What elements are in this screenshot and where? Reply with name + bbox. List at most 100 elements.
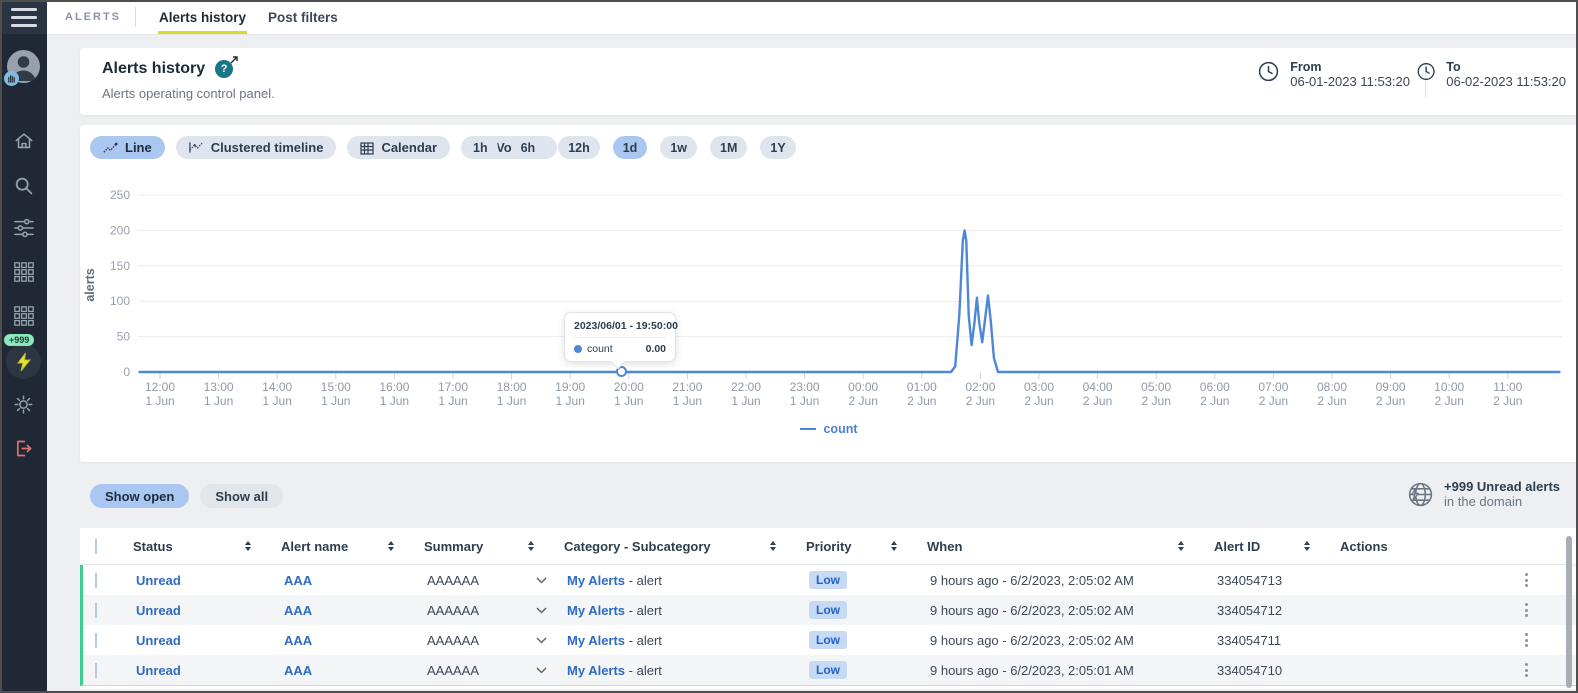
from-label: From: [1290, 60, 1410, 74]
summary-text: AAAAAA: [427, 603, 479, 618]
apps-grid-icon-2[interactable]: [0, 299, 47, 333]
sort-icon[interactable]: [528, 541, 534, 551]
question-help-icon[interactable]: ?: [215, 60, 233, 78]
tab-alerts-history[interactable]: Alerts history: [148, 0, 257, 34]
svg-text:1 Jun: 1 Jun: [204, 394, 233, 408]
hamburger-menu-icon[interactable]: [0, 0, 47, 34]
vertical-scrollbar[interactable]: [1566, 536, 1572, 688]
svg-text:02:00: 02:00: [965, 380, 995, 394]
legend-line-swatch: [800, 428, 816, 430]
svg-text:1 Jun: 1 Jun: [673, 394, 702, 408]
svg-text:1 Jun: 1 Jun: [556, 394, 585, 408]
svg-text:150: 150: [110, 259, 130, 273]
svg-text:03:00: 03:00: [1024, 380, 1054, 394]
page-header-card: Alerts history ? Alerts operating contro…: [80, 48, 1578, 115]
alerts-table: StatusAlert nameSummaryCategory - Subcat…: [80, 528, 1578, 689]
to-label: To: [1446, 60, 1566, 74]
avatar-status-badge: [4, 71, 19, 86]
column-header-category-subcategory[interactable]: Category - Subcategory: [564, 539, 806, 554]
sort-icon[interactable]: [1178, 541, 1184, 551]
alert-name-link[interactable]: AAA: [284, 573, 312, 588]
show-all-button[interactable]: Show all: [200, 484, 283, 508]
home-icon[interactable]: [0, 124, 47, 158]
sort-icon[interactable]: [245, 541, 251, 551]
column-header-summary[interactable]: Summary: [424, 539, 564, 554]
column-header-actions[interactable]: Actions: [1340, 539, 1578, 554]
series-color-dot: [574, 345, 582, 353]
notification-count-badge: +999: [4, 334, 34, 346]
chevron-down-icon[interactable]: [536, 667, 547, 674]
status-link[interactable]: Unread: [136, 663, 181, 678]
svg-text:2 Jun: 2 Jun: [1493, 394, 1522, 408]
logout-icon[interactable]: [0, 431, 47, 465]
lightning-icon[interactable]: [6, 344, 41, 379]
chart-legend[interactable]: count: [80, 422, 1578, 436]
svg-text:250: 250: [110, 188, 130, 202]
row-actions-menu-icon[interactable]: [1519, 633, 1533, 647]
svg-text:2 Jun: 2 Jun: [849, 394, 878, 408]
column-header-alert-id[interactable]: Alert ID: [1214, 539, 1340, 554]
show-open-button[interactable]: Show open: [90, 484, 189, 508]
search-icon[interactable]: [0, 168, 47, 202]
svg-text:50: 50: [117, 330, 131, 344]
row-actions-menu-icon[interactable]: [1519, 603, 1533, 617]
alert-name-link[interactable]: AAA: [284, 603, 312, 618]
alerts-line-chart[interactable]: 050100150200250alerts12:001 Jun13:001 Ju…: [80, 125, 1578, 415]
apps-grid-icon[interactable]: [0, 255, 47, 289]
table-row[interactable]: UnreadAAAAAAAAAMy Alerts - alertLow9 hou…: [83, 655, 1578, 685]
date-range-to[interactable]: To 06-02-2023 11:53:20: [1416, 60, 1566, 89]
row-checkbox[interactable]: [95, 603, 97, 618]
category-link[interactable]: My Alerts: [567, 633, 625, 648]
category-link[interactable]: My Alerts: [567, 663, 625, 678]
priority-badge: Low: [809, 661, 847, 679]
chevron-down-icon[interactable]: [536, 607, 547, 614]
topbar-divider: [135, 7, 136, 27]
row-checkbox[interactable]: [95, 573, 97, 588]
row-actions-menu-icon[interactable]: [1519, 663, 1533, 677]
row-checkbox[interactable]: [95, 663, 97, 678]
status-link[interactable]: Unread: [136, 603, 181, 618]
table-row[interactable]: UnreadAAAAAAAAAMy Alerts - alertLow9 hou…: [83, 595, 1578, 625]
category-link[interactable]: My Alerts: [567, 573, 625, 588]
chevron-down-icon[interactable]: [536, 637, 547, 644]
summary-text: AAAAAA: [427, 573, 479, 588]
svg-text:2 Jun: 2 Jun: [1376, 394, 1405, 408]
row-checkbox[interactable]: [95, 633, 97, 648]
to-value: 06-02-2023 11:53:20: [1446, 74, 1566, 89]
sort-icon[interactable]: [891, 541, 897, 551]
svg-text:2 Jun: 2 Jun: [1259, 394, 1288, 408]
svg-text:16:00: 16:00: [379, 380, 409, 394]
column-header-when[interactable]: When: [927, 539, 1214, 554]
date-range-from[interactable]: From 06-01-2023 11:53:20: [1257, 60, 1410, 89]
svg-text:2 Jun: 2 Jun: [1083, 394, 1112, 408]
chevron-down-icon[interactable]: [536, 577, 547, 584]
category-link[interactable]: My Alerts: [567, 603, 625, 618]
unread-count-text: +999 Unread alerts: [1444, 479, 1560, 494]
select-all-checkbox[interactable]: [95, 539, 97, 554]
sort-icon[interactable]: [388, 541, 394, 551]
chart-tooltip: 2023/06/01 - 19:50:00 count 0.00: [564, 312, 676, 362]
table-row[interactable]: UnreadAAAAAAAAAMy Alerts - alertLow9 hou…: [83, 565, 1578, 595]
column-header-alert-name[interactable]: Alert name: [281, 539, 424, 554]
alert-name-link[interactable]: AAA: [284, 663, 312, 678]
unread-scope-text: in the domain: [1444, 494, 1560, 509]
row-actions-menu-icon[interactable]: [1519, 573, 1533, 587]
status-link[interactable]: Unread: [136, 573, 181, 588]
sort-icon[interactable]: [770, 541, 776, 551]
subcategory-text: - alert: [629, 573, 662, 588]
tab-post-filters[interactable]: Post filters: [257, 0, 349, 34]
svg-text:09:00: 09:00: [1376, 380, 1406, 394]
sort-icon[interactable]: [1304, 541, 1310, 551]
legend-series-label: count: [823, 422, 857, 436]
alert-name-link[interactable]: AAA: [284, 633, 312, 648]
column-header-status[interactable]: Status: [133, 539, 281, 554]
svg-text:22:00: 22:00: [731, 380, 761, 394]
svg-text:07:00: 07:00: [1258, 380, 1288, 394]
svg-text:13:00: 13:00: [204, 380, 234, 394]
filters-icon[interactable]: [0, 211, 47, 245]
column-header-priority[interactable]: Priority: [806, 539, 927, 554]
status-link[interactable]: Unread: [136, 633, 181, 648]
tooltip-series-name: count: [587, 343, 613, 355]
settings-gear-icon[interactable]: [0, 387, 47, 421]
table-row[interactable]: UnreadAAAAAAAAAMy Alerts - alertLow9 hou…: [83, 625, 1578, 655]
